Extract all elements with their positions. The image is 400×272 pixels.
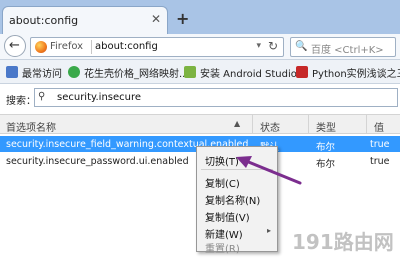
menu-item-toggle[interactable]: 切换(T): [197, 150, 277, 168]
menu-item-label: 重置(R): [205, 244, 240, 255]
back-button[interactable]: ←: [4, 35, 26, 57]
menu-item-label: 切换(T): [205, 157, 239, 168]
menu-item-label: 复制值(V): [205, 213, 250, 224]
sort-arrow-icon: ▲: [234, 119, 241, 128]
pref-value: true: [370, 156, 390, 167]
menu-divider: [201, 169, 273, 170]
bookmark-android-studio[interactable]: 安装 Android Studio...: [184, 64, 306, 80]
bookmark-label: 最常访问: [22, 68, 62, 80]
column-divider[interactable]: [308, 115, 309, 133]
navigation-bar: ← Firefox about:config ▾ ↻ 🔍 百度 <Ctrl+K>: [0, 34, 400, 60]
watermark: 191路由网: [292, 230, 394, 254]
url-divider: [91, 40, 92, 54]
menu-item-label: 复制(C): [205, 179, 240, 190]
gear-icon: [6, 66, 18, 78]
new-tab-icon[interactable]: +: [176, 9, 189, 28]
bookmark-label: 花生壳价格_网络映射...: [84, 68, 189, 80]
bookmark-label: 安装 Android Studio...: [200, 68, 307, 80]
tab-title: about:config: [9, 14, 79, 27]
bookmark-most-visited[interactable]: 最常访问: [6, 64, 62, 80]
config-search-input[interactable]: ⚲ security.insecure: [34, 88, 398, 107]
firefox-logo-icon: [35, 41, 47, 53]
url-bar[interactable]: Firefox about:config ▾ ↻: [30, 37, 284, 57]
search-bar[interactable]: 🔍 百度 <Ctrl+K>: [290, 37, 396, 57]
search-placeholder: 百度 <Ctrl+K>: [311, 45, 384, 56]
column-divider[interactable]: [366, 115, 367, 133]
menu-item-copy-value[interactable]: 复制值(V): [197, 206, 277, 224]
search-icon: ⚲: [38, 91, 46, 102]
pref-type: 布尔: [316, 159, 336, 170]
submenu-arrow-icon: ▸: [266, 226, 271, 235]
table-header: 首选项名称 ▲ 状态 类型 值: [0, 114, 400, 134]
csdn-icon: [296, 66, 308, 78]
header-status[interactable]: 状态: [260, 119, 280, 134]
config-search-row: 搜索： ⚲ security.insecure: [0, 84, 400, 110]
tab-strip: about:config ✕ +: [0, 0, 400, 34]
search-icon[interactable]: 🔍: [295, 41, 307, 52]
search-value: security.insecure: [57, 92, 142, 103]
pref-type: 布尔: [316, 142, 336, 153]
menu-item-copy-name[interactable]: 复制名称(N): [197, 189, 277, 207]
pref-name: security.insecure_password.ui.enabled: [6, 156, 189, 167]
header-value[interactable]: 值: [374, 119, 384, 134]
url-text[interactable]: about:config: [95, 41, 158, 52]
menu-item-label: 复制名称(N): [205, 196, 261, 207]
close-icon[interactable]: ✕: [151, 12, 161, 26]
tab-about-config[interactable]: about:config ✕: [2, 6, 168, 34]
menu-item-reset: 重置(R): [197, 237, 277, 255]
bookmark-label: Python实例浅谈之三...: [312, 68, 400, 80]
menu-item-copy[interactable]: 复制(C): [197, 172, 277, 190]
search-label: 搜索：: [6, 96, 36, 107]
column-divider[interactable]: [252, 115, 253, 133]
back-arrow-icon: ←: [9, 38, 20, 53]
history-dropdown-icon[interactable]: ▾: [256, 41, 261, 51]
bookmarks-toolbar: 最常访问 花生壳价格_网络映射... 安装 Android Studio... …: [0, 60, 400, 84]
reload-icon[interactable]: ↻: [268, 39, 278, 53]
peanut-icon: [68, 66, 80, 78]
header-name[interactable]: 首选项名称: [6, 119, 56, 134]
android-icon: [184, 66, 196, 78]
header-type[interactable]: 类型: [316, 119, 336, 134]
context-menu: 切换(T) 复制(C) 复制名称(N) 复制值(V) 新建(W) ▸ 重置(R): [196, 146, 278, 255]
bookmark-python[interactable]: Python实例浅谈之三...: [296, 64, 400, 80]
identity-label[interactable]: Firefox: [50, 41, 83, 52]
bookmark-peanut[interactable]: 花生壳价格_网络映射...: [68, 64, 189, 80]
pref-value: true: [370, 139, 390, 150]
